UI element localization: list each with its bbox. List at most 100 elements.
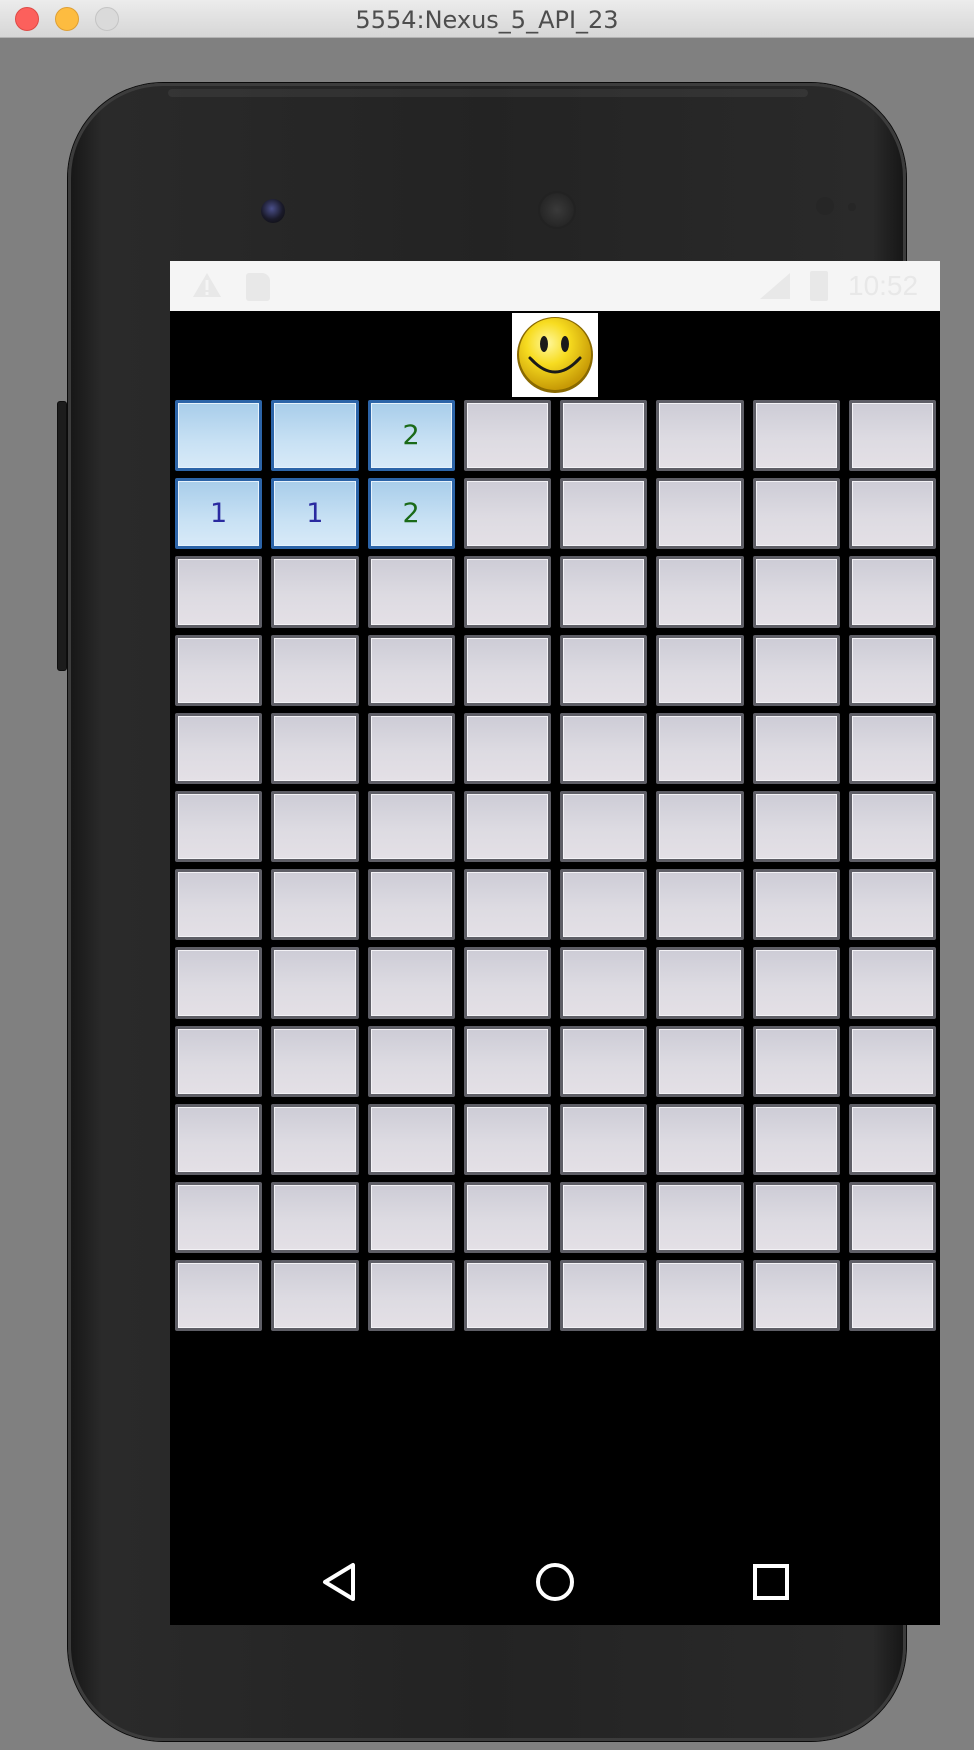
board-cell[interactable]	[848, 869, 936, 941]
board-cell[interactable]	[271, 400, 359, 472]
board-cell[interactable]	[271, 869, 359, 941]
board-cell[interactable]	[560, 1025, 648, 1097]
board-cell[interactable]	[367, 947, 455, 1019]
board-cell[interactable]	[175, 712, 263, 784]
board-cell[interactable]	[367, 790, 455, 863]
board-cell[interactable]	[367, 869, 455, 941]
board-cell[interactable]	[367, 1025, 455, 1097]
board-cell[interactable]	[752, 790, 840, 863]
board-cell[interactable]	[560, 634, 648, 706]
board-cell[interactable]	[463, 1103, 551, 1175]
recents-icon[interactable]	[746, 1557, 796, 1607]
board-cell[interactable]: 2	[367, 478, 455, 550]
board-cell[interactable]	[560, 1103, 648, 1175]
board-cell[interactable]	[271, 1025, 359, 1097]
board-cell[interactable]	[848, 556, 936, 628]
board-cell[interactable]	[656, 556, 744, 628]
board-cell[interactable]	[848, 1260, 936, 1332]
board-cell[interactable]	[752, 634, 840, 706]
board-cell[interactable]	[463, 712, 551, 784]
board-cell[interactable]	[560, 478, 648, 550]
board-cell[interactable]	[463, 1025, 551, 1097]
board-cell[interactable]	[175, 947, 263, 1019]
board-cell[interactable]	[656, 712, 744, 784]
board-cell[interactable]	[175, 556, 263, 628]
board-cell[interactable]	[175, 1103, 263, 1175]
home-icon[interactable]	[530, 1557, 580, 1607]
board-cell[interactable]	[271, 712, 359, 784]
board-cell[interactable]	[752, 1260, 840, 1332]
board-cell[interactable]	[175, 1260, 263, 1332]
board-cell[interactable]: 2	[367, 400, 455, 472]
board-cell[interactable]	[271, 1103, 359, 1175]
board-cell[interactable]	[752, 712, 840, 784]
board-cell[interactable]	[175, 790, 263, 863]
board-cell[interactable]	[463, 1260, 551, 1332]
board-cell[interactable]	[656, 1181, 744, 1254]
board-cell[interactable]	[656, 478, 744, 550]
board-cell[interactable]	[848, 1025, 936, 1097]
board-cell[interactable]	[656, 1103, 744, 1175]
board-cell[interactable]	[463, 634, 551, 706]
board-cell[interactable]	[560, 556, 648, 628]
board-cell[interactable]	[560, 869, 648, 941]
board-cell[interactable]	[560, 400, 648, 472]
board-cell[interactable]	[463, 400, 551, 472]
board-cell[interactable]	[271, 634, 359, 706]
board-cell[interactable]	[752, 478, 840, 550]
board-cell[interactable]	[463, 869, 551, 941]
board-cell[interactable]	[560, 1181, 648, 1254]
board-cell[interactable]	[848, 947, 936, 1019]
board-cell[interactable]	[560, 1260, 648, 1332]
board-cell[interactable]	[656, 1025, 744, 1097]
board-cell[interactable]	[175, 1181, 263, 1254]
board-cell[interactable]: 1	[175, 478, 263, 550]
board-cell[interactable]	[560, 790, 648, 863]
board-cell[interactable]	[656, 947, 744, 1019]
board-cell[interactable]	[656, 634, 744, 706]
board-cell[interactable]	[752, 400, 840, 472]
board-cell[interactable]	[848, 634, 936, 706]
board-cell[interactable]	[463, 947, 551, 1019]
board-cell[interactable]	[271, 556, 359, 628]
board-cell[interactable]	[848, 478, 936, 550]
board-cell[interactable]	[656, 1260, 744, 1332]
board-cell[interactable]	[752, 556, 840, 628]
board-cell[interactable]	[271, 1181, 359, 1254]
board-cell[interactable]	[752, 1025, 840, 1097]
board-cell[interactable]	[848, 1103, 936, 1175]
board-cell[interactable]	[848, 712, 936, 784]
board-cell[interactable]	[367, 1181, 455, 1254]
board-cell[interactable]	[848, 1181, 936, 1254]
board-cell[interactable]	[656, 790, 744, 863]
board-cell[interactable]	[463, 478, 551, 550]
board-cell[interactable]	[271, 1260, 359, 1332]
board-cell[interactable]	[656, 869, 744, 941]
board-cell[interactable]	[463, 556, 551, 628]
board-cell[interactable]	[656, 400, 744, 472]
back-icon[interactable]	[316, 1557, 366, 1607]
board-cell[interactable]	[752, 869, 840, 941]
board-cell[interactable]	[175, 634, 263, 706]
board-cell[interactable]	[463, 1181, 551, 1254]
board-cell[interactable]	[367, 1103, 455, 1175]
board-cell[interactable]	[560, 947, 648, 1019]
board-cell[interactable]	[175, 400, 263, 472]
board-cell[interactable]	[752, 1181, 840, 1254]
board-cell[interactable]	[367, 1260, 455, 1332]
board-cell[interactable]	[175, 1025, 263, 1097]
board-cell[interactable]	[752, 947, 840, 1019]
board-cell[interactable]	[367, 712, 455, 784]
volume-button[interactable]	[57, 401, 67, 671]
board-cell[interactable]	[560, 712, 648, 784]
board-cell[interactable]	[463, 790, 551, 863]
board-cell[interactable]	[848, 790, 936, 863]
board-cell[interactable]	[752, 1103, 840, 1175]
board-cell[interactable]	[848, 400, 936, 472]
board-cell[interactable]	[271, 790, 359, 863]
board-cell[interactable]	[367, 556, 455, 628]
smiley-reset-button[interactable]	[512, 313, 598, 397]
board-cell[interactable]	[271, 947, 359, 1019]
board-cell[interactable]	[175, 869, 263, 941]
board-cell[interactable]: 1	[271, 478, 359, 550]
